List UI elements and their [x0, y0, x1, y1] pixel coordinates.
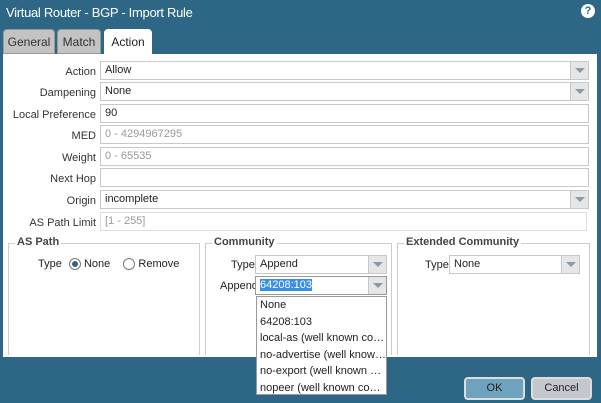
action-value: Allow	[105, 64, 132, 76]
action-select[interactable]: Allow	[100, 61, 589, 80]
extended-community-type-select[interactable]: None	[449, 255, 580, 274]
dropdown-option[interactable]: local-as (well known comm...	[257, 330, 386, 347]
med-input[interactable]: 0 - 4294967295	[100, 125, 589, 144]
chevron-down-icon[interactable]	[561, 256, 579, 273]
community-type-label: Type	[231, 259, 255, 271]
origin-label: Origin	[66, 195, 96, 207]
radio-remove[interactable]	[123, 258, 136, 271]
chevron-down-icon[interactable]	[368, 256, 386, 273]
radio-none-label: None	[83, 258, 111, 270]
radio-none[interactable]	[68, 258, 81, 271]
action-label: Action	[65, 66, 96, 78]
weight-input[interactable]: 0 - 65535	[100, 147, 589, 166]
as-path-title: AS Path	[15, 236, 62, 248]
dampening-value: None	[105, 85, 132, 97]
next-hop-label: Next Hop	[50, 173, 96, 185]
as-path-type-label: Type	[38, 258, 62, 270]
chevron-down-icon[interactable]	[570, 62, 588, 79]
cancel-button[interactable]: Cancel	[531, 377, 592, 400]
chevron-down-icon[interactable]	[570, 83, 588, 100]
next-hop-input[interactable]	[100, 168, 589, 187]
radio-remove-label: Remove	[138, 258, 180, 270]
ok-button[interactable]: OK	[464, 377, 525, 400]
extended-community-type-label: Type	[425, 259, 449, 271]
community-append-select[interactable]: 64208:103	[255, 276, 387, 295]
community-append-value[interactable]: 64208:103	[260, 279, 312, 291]
dampening-label: Dampening	[39, 87, 96, 99]
as-path-limit-label: AS Path Limit	[29, 217, 96, 229]
community-title: Community	[212, 236, 277, 248]
community-append-label: Append	[220, 280, 258, 292]
dropdown-option[interactable]: 64208:103	[257, 314, 386, 331]
as-path-group: AS Path Type None Remove	[8, 236, 200, 355]
as-path-limit-input[interactable]: [1 - 255]	[100, 212, 587, 231]
local-preference-label: Local Preference	[12, 109, 96, 121]
chevron-down-icon[interactable]	[570, 191, 588, 208]
origin-value: incomplete	[105, 193, 159, 205]
origin-select[interactable]: incomplete	[100, 190, 589, 209]
dropdown-option[interactable]: None	[257, 297, 386, 314]
community-type-select[interactable]: Append	[255, 255, 387, 274]
dropdown-option[interactable]: no-export (well known com...	[257, 363, 386, 380]
dampening-select[interactable]: None	[100, 82, 589, 101]
extended-community-title: Extended Community	[404, 236, 522, 248]
community-type-value: Append	[260, 258, 298, 270]
weight-label: Weight	[61, 152, 96, 164]
extended-community-type-value: None	[454, 258, 481, 270]
community-dropdown-list: None 64208:103 local-as (well known comm…	[256, 296, 387, 395]
chevron-down-icon[interactable]	[368, 277, 386, 294]
dropdown-option[interactable]: nopeer (well known comm...	[257, 380, 386, 397]
local-preference-input[interactable]: 90	[100, 104, 589, 123]
med-label: MED	[71, 130, 96, 142]
dropdown-option[interactable]: no-advertise (well known c...	[257, 347, 386, 364]
